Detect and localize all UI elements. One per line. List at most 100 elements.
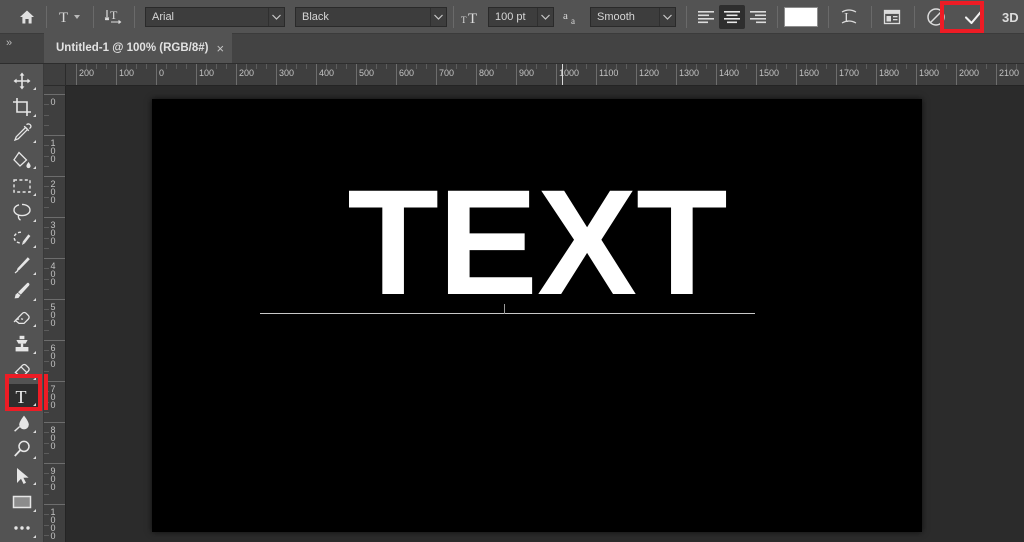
cancel-edits-button[interactable] (921, 5, 951, 29)
expand-panels-arrows[interactable]: » (6, 37, 11, 49)
gradient-tool[interactable] (5, 358, 39, 383)
ruler-label: 800 (476, 68, 494, 78)
quick-selection-tool[interactable] (5, 226, 39, 251)
ruler-minor-tick (44, 104, 49, 105)
ruler-minor-tick (1016, 64, 1017, 69)
close-icon[interactable]: × (216, 41, 224, 56)
ruler-minor-tick (44, 330, 49, 331)
vertical-ruler[interactable]: 01002003004005006007008009001000 (44, 86, 66, 542)
ruler-minor-tick (44, 535, 49, 536)
horizontal-ruler[interactable]: 2001000100200300400500600700800900100011… (66, 64, 1024, 86)
ruler-minor-tick (426, 64, 427, 69)
marquee-tool[interactable] (5, 173, 39, 198)
ruler-label: 500 (48, 302, 58, 326)
brush-tool[interactable] (5, 279, 39, 304)
anti-alias-icon: a a (562, 8, 584, 26)
toggle-text-orientation-button[interactable]: T (100, 5, 128, 29)
ruler-minor-tick (286, 64, 287, 69)
ruler-minor-tick (136, 64, 137, 69)
marquee-icon (12, 176, 32, 196)
align-left-button[interactable] (693, 5, 719, 29)
document-tab[interactable]: Untitled-1 @ 100% (RGB/8#) × (44, 33, 232, 63)
align-left-icon (697, 10, 715, 24)
ruler-minor-tick (416, 64, 417, 69)
dodge-tool[interactable] (5, 437, 39, 462)
ruler-minor-tick (366, 64, 367, 69)
ruler-label: 1400 (716, 68, 739, 78)
text-layer-content[interactable]: TEXT (152, 167, 922, 317)
divider (777, 6, 778, 28)
ruler-minor-tick (616, 64, 617, 69)
ruler-minor-tick (856, 64, 857, 69)
photoshop-window: T T Arial Black (0, 0, 1024, 542)
blur-tool[interactable] (5, 410, 39, 435)
ruler-tick (44, 463, 66, 464)
rectangle-tool[interactable] (5, 489, 39, 514)
blur-icon (12, 413, 32, 433)
chevron-down-icon[interactable] (430, 8, 446, 26)
divider (93, 6, 94, 28)
ruler-minor-tick (506, 64, 507, 69)
font-family-dropdown[interactable]: Arial (145, 7, 285, 27)
three-d-button[interactable]: 3D (999, 5, 1024, 29)
text-baseline-indicator (260, 313, 755, 314)
font-size-label-icon-wrap: T T (460, 5, 484, 29)
more-tools[interactable] (5, 516, 39, 541)
svg-text:T: T (15, 387, 26, 407)
clone-stamp-tool[interactable] (5, 331, 39, 356)
tool-group-corner (33, 114, 36, 117)
chevron-down-icon[interactable] (268, 8, 284, 26)
crop-icon (12, 97, 32, 117)
font-size-dropdown[interactable]: 100 pt (488, 7, 554, 27)
eyedropper-tool[interactable] (5, 121, 39, 146)
align-center-button[interactable] (719, 5, 745, 29)
ruler-corner[interactable] (44, 64, 66, 86)
ruler-minor-tick (44, 145, 49, 146)
document-canvas[interactable]: TEXT (152, 99, 922, 532)
move-tool[interactable] (5, 68, 39, 93)
ruler-label: 100 (196, 68, 214, 78)
ruler-minor-tick (776, 64, 777, 69)
brush-icon (12, 281, 32, 301)
ruler-label: 100 (48, 138, 58, 162)
ruler-minor-tick (576, 64, 577, 69)
anti-alias-dropdown[interactable]: Smooth (590, 7, 676, 27)
type-tool[interactable]: T (5, 384, 39, 409)
ruler-minor-tick (44, 525, 49, 526)
font-style-dropdown[interactable]: Black (295, 7, 447, 27)
ruler-minor-tick (926, 64, 927, 69)
chevron-down-icon[interactable] (659, 8, 675, 26)
tool-preset-picker[interactable]: T (53, 5, 87, 29)
ruler-minor-tick (226, 64, 227, 69)
font-style-value: Black (302, 8, 430, 26)
text-color-swatch[interactable] (784, 7, 818, 27)
gradient-icon (12, 360, 32, 380)
eraser-upper-tool[interactable] (5, 305, 39, 330)
align-right-button[interactable] (745, 5, 771, 29)
path-selection-tool[interactable] (5, 463, 39, 488)
chevron-down-icon[interactable] (537, 8, 553, 26)
healing-brush-tool[interactable] (5, 252, 39, 277)
align-right-icon (749, 10, 767, 24)
healing-brush-icon (12, 255, 32, 275)
divider (134, 6, 135, 28)
divider (914, 6, 915, 28)
ruler-label: 2000 (956, 68, 979, 78)
svg-text:a: a (563, 10, 568, 22)
toggle-panels-button[interactable] (878, 5, 906, 29)
font-size-icon: T T (461, 8, 483, 26)
ruler-tick (44, 217, 66, 218)
canvas-workspace[interactable]: TEXT (66, 86, 1024, 542)
ruler-minor-tick (44, 412, 49, 413)
lasso-tool[interactable] (5, 200, 39, 225)
paint-bucket-tool[interactable] (5, 147, 39, 172)
commit-edits-button[interactable] (957, 5, 991, 29)
panels-icon (883, 9, 901, 25)
text-caret (504, 304, 505, 314)
ruler-label: 1100 (596, 68, 618, 78)
ruler-minor-tick (44, 248, 49, 249)
warp-text-button[interactable]: I (835, 5, 863, 29)
home-button[interactable] (14, 5, 40, 29)
crop-tool[interactable] (5, 94, 39, 119)
svg-text:a: a (571, 16, 575, 26)
